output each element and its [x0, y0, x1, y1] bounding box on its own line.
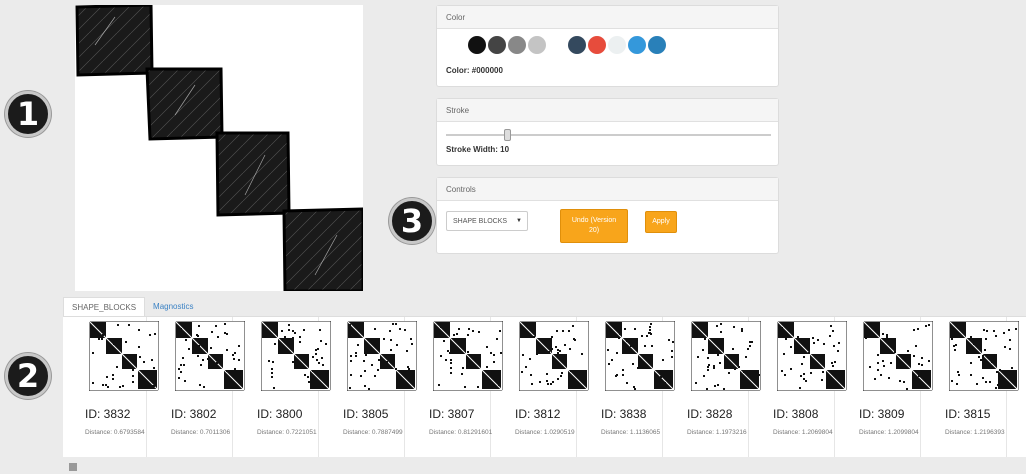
- algorithm-dropdown[interactable]: SHAPE BLOCKS ▼: [446, 211, 528, 231]
- result-card[interactable]: ID: 3809 Distance: 1.2099804: [837, 317, 933, 457]
- swatch-gray[interactable]: [508, 36, 526, 54]
- result-card[interactable]: ID: 3800 Distance: 0.7221051: [235, 317, 331, 457]
- result-card[interactable]: ID: 3807 Distance: 0.81291601: [407, 317, 503, 457]
- apply-button[interactable]: Apply: [645, 211, 677, 233]
- result-card[interactable]: ID: 3832 Distance: 0.6793584: [63, 317, 159, 457]
- result-distance: Distance: 0.7221051: [257, 429, 317, 436]
- stroke-panel: Stroke Stroke Width: 10: [436, 98, 779, 166]
- stroke-slider-handle[interactable]: [504, 129, 511, 141]
- result-card[interactable]: ID: 3808 Distance: 1.2069804: [751, 317, 847, 457]
- swatch-navy[interactable]: [568, 36, 586, 54]
- undo-button[interactable]: Undo (Version 20): [560, 209, 628, 243]
- swatch-black[interactable]: [468, 36, 486, 54]
- sketch-block-1: [75, 3, 154, 77]
- result-distance: Distance: 0.7011306: [171, 429, 231, 436]
- swatch-blue[interactable]: [628, 36, 646, 54]
- dropdown-value: SHAPE BLOCKS: [453, 217, 508, 225]
- result-id: ID: 3828: [687, 407, 733, 421]
- result-id: ID: 3800: [257, 407, 303, 421]
- result-card[interactable]: ID: 3838 Distance: 1.1136065: [579, 317, 675, 457]
- swatch-dark-gray[interactable]: [488, 36, 506, 54]
- swatch-white[interactable]: [608, 36, 626, 54]
- result-id: ID: 3802: [171, 407, 217, 421]
- result-id: ID: 3807: [429, 407, 475, 421]
- swatch-light-gray[interactable]: [528, 36, 546, 54]
- result-id: ID: 3812: [515, 407, 561, 421]
- tab-magnostics[interactable]: Magnostics: [145, 297, 201, 316]
- result-id: ID: 3838: [601, 407, 647, 421]
- sketch-block-2: [145, 67, 224, 141]
- callout-badge-2: 2: [5, 353, 51, 399]
- result-id: ID: 3805: [343, 407, 389, 421]
- stroke-width-label: Stroke Width: 10: [446, 145, 510, 154]
- result-id: ID: 3808: [773, 407, 819, 421]
- result-distance: Distance: 1.0290519: [515, 429, 575, 436]
- stroke-width-slider[interactable]: [446, 134, 771, 136]
- matrix-thumbnail: [949, 321, 1019, 391]
- results-list: ID: 3832 Distance: 0.6793584 ID: 3802 Dista…: [63, 316, 1026, 457]
- result-card[interactable]: ID: 3812 Distance: 1.0290519: [493, 317, 589, 457]
- drawing-canvas[interactable]: [75, 3, 365, 293]
- horizontal-scrollbar[interactable]: [69, 463, 77, 471]
- result-id: ID: 3815: [945, 407, 991, 421]
- result-distance: Distance: 1.1136065: [601, 429, 661, 436]
- callout-badge-3: 3: [389, 198, 435, 244]
- color-panel: Color Color: #000000: [436, 5, 779, 87]
- result-card[interactable]: ID: 3802 Distance: 0.7011306: [149, 317, 245, 457]
- result-distance: Distance: 1.1973216: [687, 429, 747, 436]
- callout-badge-1: 1: [5, 91, 51, 137]
- result-card[interactable]: ID: 3805 Distance: 0.7887499: [321, 317, 417, 457]
- result-distance: Distance: 0.6793584: [85, 429, 145, 436]
- caret-down-icon: ▼: [516, 218, 522, 224]
- result-distance: Distance: 0.81291601: [429, 429, 493, 436]
- result-id: ID: 3809: [859, 407, 905, 421]
- controls-panel-title: Controls: [437, 178, 778, 201]
- sketch-drawing: [75, 3, 365, 293]
- result-distance: Distance: 1.2099804: [859, 429, 919, 436]
- result-distance: Distance: 1.2069804: [773, 429, 833, 436]
- color-panel-title: Color: [437, 6, 778, 29]
- result-card[interactable]: ID: 3815 Distance: 1.2196393: [923, 317, 1019, 457]
- color-swatches: [468, 36, 668, 54]
- sketch-block-4: [282, 207, 365, 293]
- result-card[interactable]: ID: 3828 Distance: 1.1973216: [665, 317, 761, 457]
- swatch-dark-blue[interactable]: [648, 36, 666, 54]
- swatch-red[interactable]: [588, 36, 606, 54]
- result-id: ID: 3832: [85, 407, 131, 421]
- tab-shape-blocks[interactable]: SHAPE_BLOCKS: [63, 297, 146, 316]
- result-tabs: SHAPE_BLOCKS Magnostics: [63, 297, 202, 316]
- result-distance: Distance: 1.2196393: [945, 429, 1005, 436]
- color-value-label: Color: #000000: [446, 66, 503, 75]
- sketch-block-3: [215, 131, 291, 217]
- result-distance: Distance: 0.7887499: [343, 429, 403, 436]
- controls-panel: Controls SHAPE BLOCKS ▼ Undo (Version 20…: [436, 177, 779, 254]
- stroke-panel-title: Stroke: [437, 99, 778, 122]
